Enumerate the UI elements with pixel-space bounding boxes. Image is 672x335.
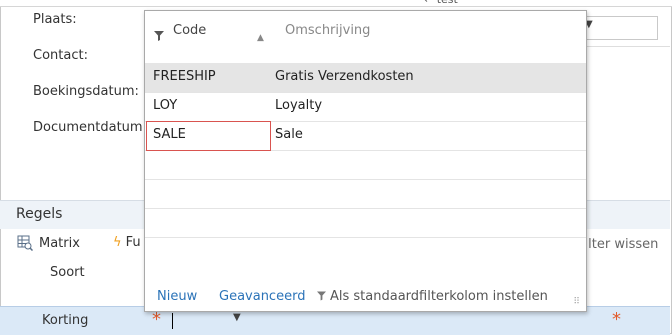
empty-row [145,208,586,238]
resize-grip-icon[interactable]: ⠿ [573,297,580,307]
filter-icon [317,291,326,301]
empty-row [145,179,586,209]
popup-footer: Nieuw Geavanceerd Als standaardfilterkol… [145,281,586,311]
plaats-dropdown[interactable]: ▼ [580,16,658,40]
row-label-korting: Korting [42,313,89,328]
set-default-filter-button[interactable]: Als standaardfilterkolom instellen [317,289,548,304]
functions-label: Fu [125,235,141,250]
top-strip: ← test [0,0,672,7]
advanced-link[interactable]: Geavanceerd [219,289,305,304]
lookup-popup: Code ▲ Omschrijving FREESHIP Gratis Verz… [144,10,587,312]
column-header-soort: Soort [50,265,85,280]
list-item[interactable]: LOY Loyalty [145,92,586,122]
column-header-omschrijving[interactable]: Omschrijving [285,23,370,38]
popup-header: Code ▲ Omschrijving [145,11,586,63]
filter-clear-button[interactable]: Filter wissen [578,237,658,252]
new-link[interactable]: Nieuw [157,289,197,304]
section-title: Regels [16,206,63,222]
label-plaats: Plaats: [33,12,77,27]
matrix-button[interactable]: Matrix [17,235,80,251]
list-item[interactable]: FREESHIP Gratis Verzendkosten [145,63,586,93]
item-description: Sale [275,127,303,142]
matrix-icon [17,235,33,251]
item-code: LOY [153,98,178,113]
list-item[interactable]: SALE Sale [145,121,586,151]
label-contact: Contact: [33,48,88,63]
empty-row [145,150,586,180]
label-documentdatum: Documentdatum: [33,120,147,135]
required-marker: * [612,309,621,330]
empty-row [145,237,586,266]
top-strip-text: ← test [424,0,458,6]
filter-icon[interactable] [154,31,164,41]
lightning-icon: ϟ [113,235,122,250]
required-marker: * [152,309,161,330]
item-code: FREESHIP [153,69,216,84]
matrix-label: Matrix [39,235,80,251]
functions-button[interactable]: ϟ Fu [113,235,141,250]
label-boekingsdatum: Boekingsdatum: [33,84,139,99]
item-description: Gratis Verzendkosten [275,69,414,84]
divider [585,46,670,47]
set-default-filter-label: Als standaardfilterkolom instellen [330,289,548,304]
item-description: Loyalty [275,98,323,113]
sort-up-icon[interactable]: ▲ [257,33,264,43]
chevron-down-icon[interactable]: ▼ [233,312,241,323]
column-header-code[interactable]: Code [173,23,206,38]
text-caret [172,313,173,329]
item-code: SALE [153,127,186,142]
